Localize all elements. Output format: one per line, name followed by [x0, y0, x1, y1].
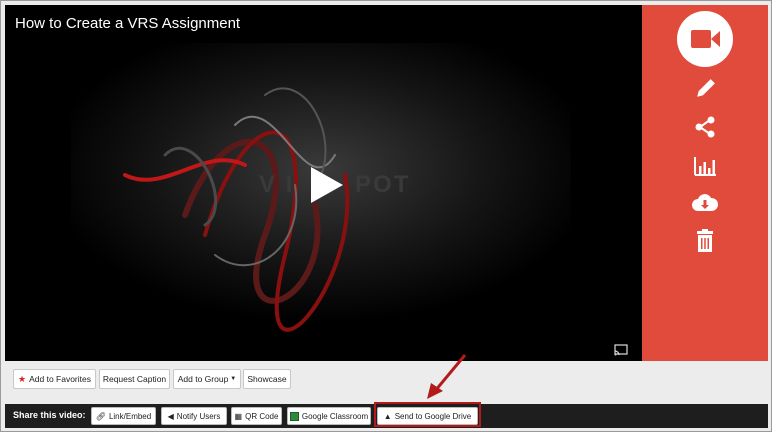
google-classroom-button[interactable]: Google Classroom	[287, 407, 371, 425]
share-label: Share this video:	[13, 410, 86, 420]
video-camera-icon	[691, 30, 720, 48]
qr-code-icon: ▦	[234, 411, 243, 421]
record-button[interactable]	[677, 11, 733, 67]
annotation-arrow-icon	[427, 354, 467, 399]
add-to-group-button[interactable]: Add to Group ▼	[173, 369, 241, 389]
video-actions-sidebar	[642, 5, 768, 361]
trash-icon[interactable]	[691, 229, 719, 253]
qr-code-button[interactable]: ▦ QR Code	[231, 407, 282, 425]
link-icon: 🔗︎	[95, 411, 106, 421]
video-player[interactable]: How to Create a VRS Assignment VII POT	[5, 5, 642, 361]
video-title: How to Create a VRS Assignment	[15, 15, 241, 32]
notify-users-button[interactable]: ◀ Notify Users	[161, 407, 227, 425]
link-embed-button[interactable]: 🔗︎ Link/Embed	[91, 407, 156, 425]
drive-button-highlight	[374, 402, 481, 427]
cloud-download-icon[interactable]	[691, 191, 719, 215]
pencil-icon[interactable]	[691, 77, 719, 101]
request-caption-button[interactable]: Request Caption	[99, 369, 170, 389]
cast-icon[interactable]	[614, 344, 628, 356]
play-icon[interactable]	[305, 165, 345, 205]
bullhorn-icon: ◀	[167, 411, 174, 421]
analytics-icon[interactable]	[691, 154, 719, 178]
showcase-button[interactable]: Showcase	[243, 369, 291, 389]
caret-down-icon: ▼	[230, 376, 237, 382]
video-toolbar: ★ Add to Favorites Request Caption Add t…	[5, 363, 768, 399]
google-classroom-icon	[289, 411, 299, 421]
add-to-favorites-button[interactable]: ★ Add to Favorites	[13, 369, 96, 389]
star-icon: ★	[18, 373, 27, 384]
share-icon[interactable]	[691, 115, 719, 139]
video-page-frame: How to Create a VRS Assignment VII POT	[0, 0, 772, 432]
